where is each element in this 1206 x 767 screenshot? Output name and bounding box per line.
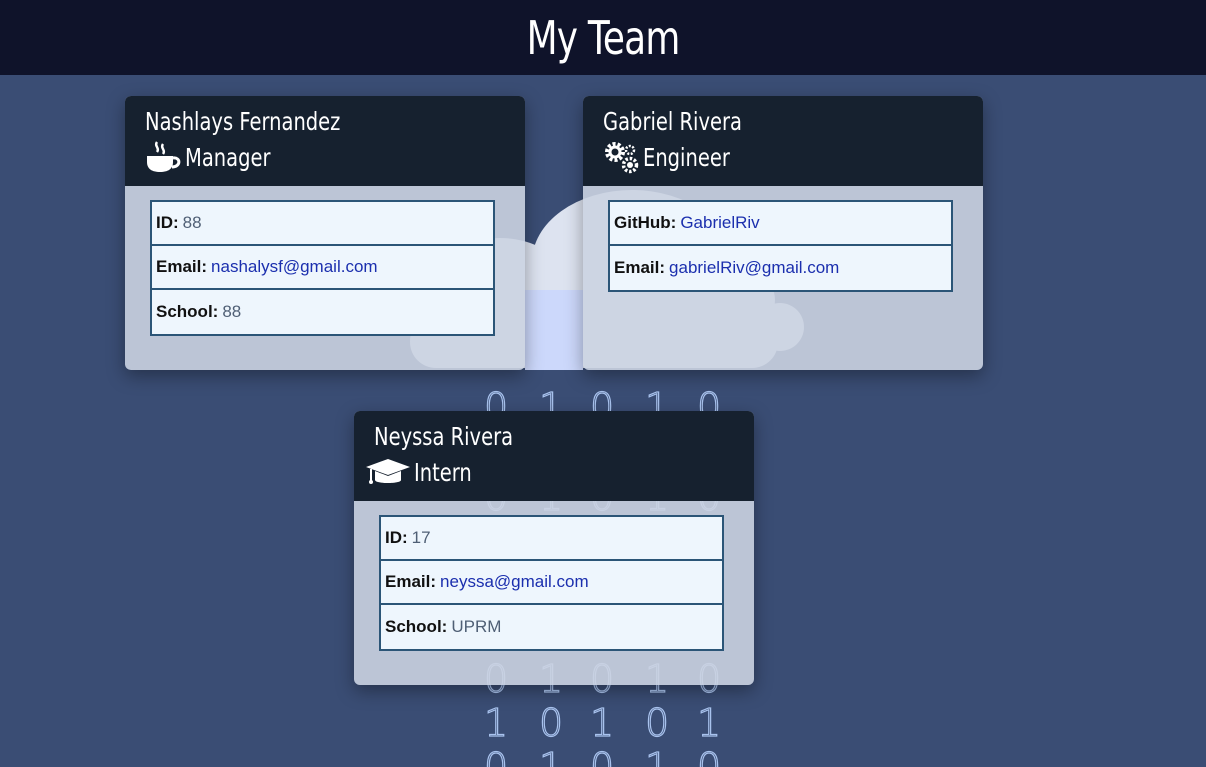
info-label: Email: <box>614 258 666 277</box>
info-item-id: ID: 88 <box>152 202 493 246</box>
github-link[interactable]: GabrielRiv <box>680 213 759 233</box>
svg-text:0: 0 <box>484 745 508 767</box>
email-link[interactable]: gabrielRiv@gmail.com <box>669 258 839 278</box>
page-header: My Team <box>0 0 1206 75</box>
page-title: My Team <box>526 10 681 65</box>
svg-text:1: 1 <box>590 701 614 745</box>
info-label: ID: <box>156 213 179 232</box>
card-header: Gabriel Rivera Engineer <box>583 96 983 186</box>
employee-role: Engineer <box>643 142 730 172</box>
coffee-icon <box>147 141 181 172</box>
employee-name: Neyssa Rivera <box>374 422 514 451</box>
employee-card-manager: Nashlays Fernandez Manager ID: 88 Email:… <box>125 96 525 370</box>
employee-role-row: Engineer <box>603 140 963 174</box>
employee-name: Gabriel Rivera <box>603 107 742 136</box>
gears-icon <box>605 142 639 174</box>
card-header: Neyssa Rivera Intern <box>354 411 754 501</box>
id-value: 17 <box>411 528 431 547</box>
info-item-email: Email: nashalysf@gmail.com <box>152 246 493 290</box>
info-item-email: Email: neyssa@gmail.com <box>381 561 722 605</box>
info-list: ID: 17 Email: neyssa@gmail.com School: U… <box>379 515 724 651</box>
svg-text:0: 0 <box>539 701 563 745</box>
employee-role: Manager <box>185 142 271 172</box>
employee-role-row: Intern <box>364 455 734 489</box>
svg-text:1: 1 <box>697 701 721 745</box>
employee-card-intern: Neyssa Rivera Intern ID: 17 Email: neyss… <box>354 411 754 685</box>
info-list: GitHub: GabrielRiv Email: gabrielRiv@gma… <box>608 200 953 292</box>
svg-text:1: 1 <box>645 745 669 767</box>
info-label: ID: <box>385 528 408 547</box>
employee-role-row: Manager <box>145 140 505 174</box>
card-header: Nashlays Fernandez Manager <box>125 96 525 186</box>
school-value: 88 <box>222 302 242 321</box>
info-item-school: School: UPRM <box>381 605 722 649</box>
info-item-id: ID: 17 <box>381 517 722 561</box>
binary-row: 10101 <box>483 700 721 745</box>
employee-name: Nashlays Fernandez <box>145 107 341 136</box>
id-value: 88 <box>182 213 202 232</box>
info-label: School: <box>156 302 219 321</box>
school-value: UPRM <box>451 617 502 636</box>
info-label: Email: <box>156 257 208 276</box>
binary-row: 0 1 0 1 0 <box>483 744 721 767</box>
svg-text:1: 1 <box>484 701 508 745</box>
info-label: Email: <box>385 572 437 591</box>
info-item-school: School: 88 <box>152 290 493 334</box>
email-link[interactable]: nashalysf@gmail.com <box>211 257 378 277</box>
info-label: GitHub: <box>614 213 677 232</box>
info-list: ID: 88 Email: nashalysf@gmail.com School… <box>150 200 495 336</box>
employee-card-engineer: Gabriel Rivera Engineer GitHub: GabrielR… <box>583 96 983 370</box>
svg-text:1: 1 <box>539 745 563 767</box>
graduation-cap-icon <box>366 459 410 484</box>
info-item-email: Email: gabrielRiv@gmail.com <box>610 246 951 290</box>
svg-text:0: 0 <box>697 745 721 767</box>
info-label: School: <box>385 617 448 636</box>
svg-text:0: 0 <box>590 745 614 767</box>
employee-role: Intern <box>414 457 472 487</box>
svg-text:0: 0 <box>645 701 669 745</box>
email-link[interactable]: neyssa@gmail.com <box>440 572 589 592</box>
info-item-github: GitHub: GabrielRiv <box>610 202 951 246</box>
